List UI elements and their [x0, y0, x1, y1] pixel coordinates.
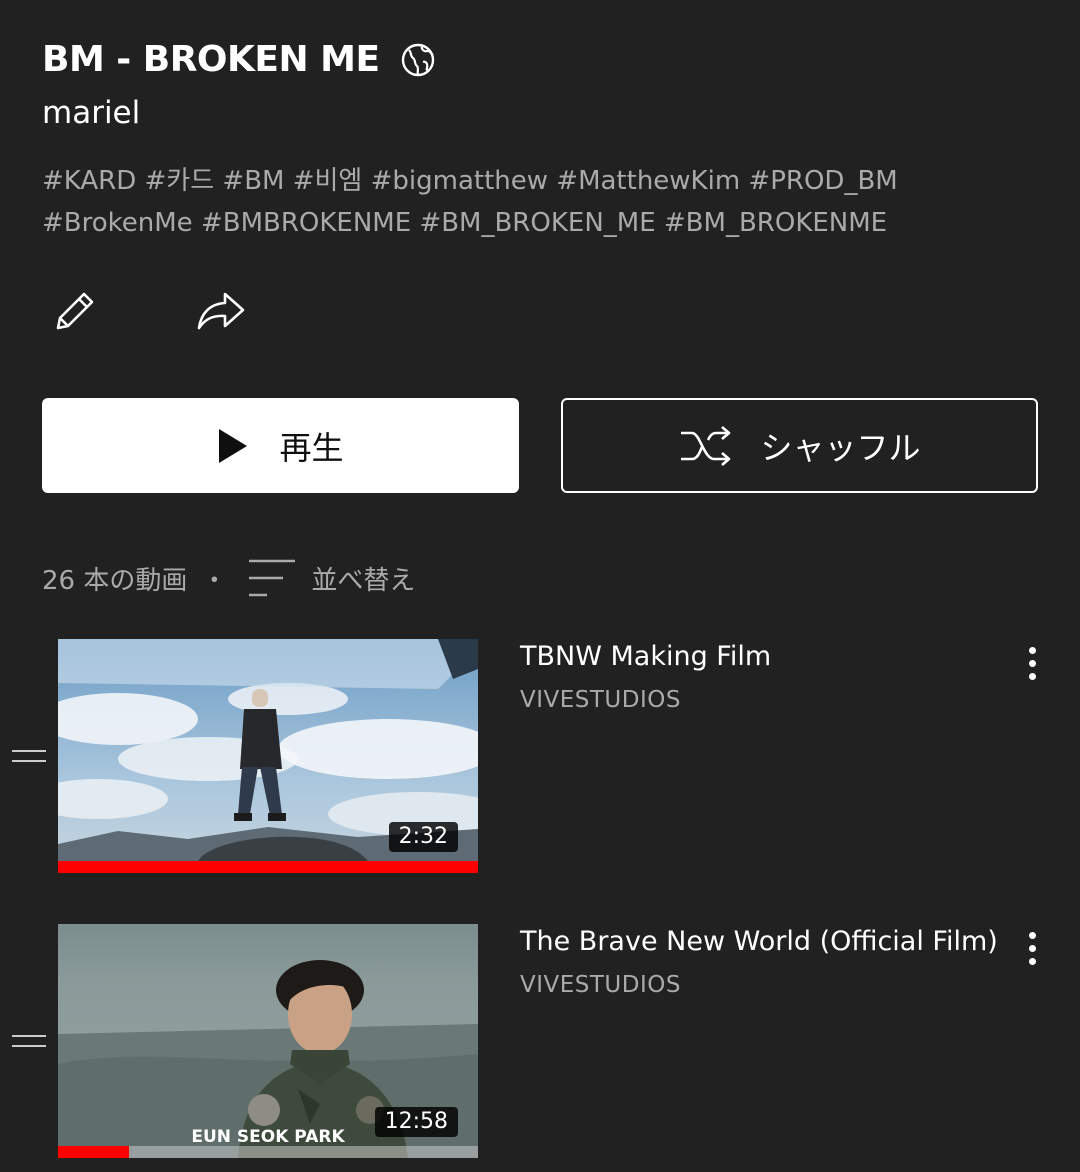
more-options-button[interactable] [1012, 926, 1052, 970]
shuffle-button[interactable]: シャッフル [561, 398, 1038, 493]
watch-progress-track [58, 1146, 478, 1158]
playlist-owner[interactable]: mariel [42, 92, 140, 134]
list-item[interactable]: 2:32 TBNW Making Film VIVESTUDIOS [0, 639, 1080, 875]
more-vert-icon [1028, 931, 1036, 939]
share-icon [197, 292, 245, 330]
video-duration: 2:32 [388, 822, 458, 852]
watch-progress [58, 1146, 130, 1158]
play-all-button[interactable]: 再生 [42, 398, 519, 493]
list-meta: 26 本の動画 ・ 並べ替え [42, 556, 415, 600]
more-vert-icon [1028, 957, 1036, 965]
more-vert-icon [1028, 944, 1036, 952]
list-item[interactable]: EUN SEOK PARK 12:58 The Brave New World … [0, 924, 1080, 1160]
playlist-page: BM - BROKEN ME mariel #KARD #카드 #BM #비엠 … [0, 0, 1080, 1172]
more-vert-icon [1028, 659, 1036, 667]
playlist-header: BM - BROKEN ME [42, 38, 436, 82]
more-vert-icon [1028, 646, 1036, 654]
separator: ・ [201, 565, 228, 596]
edit-button[interactable] [42, 280, 106, 344]
drag-handle-icon[interactable] [12, 1033, 46, 1049]
video-title[interactable]: The Brave New World (Official Film) [520, 924, 1000, 960]
share-button[interactable] [188, 280, 252, 344]
pencil-icon [56, 292, 94, 330]
drag-handle-icon[interactable] [12, 748, 46, 764]
video-title[interactable]: TBNW Making Film [520, 639, 1000, 675]
watch-progress [58, 861, 478, 873]
play-icon [219, 428, 248, 463]
video-channel: VIVESTUDIOS [520, 972, 681, 998]
video-thumbnail[interactable]: EUN SEOK PARK 12:58 [58, 924, 478, 1158]
shuffle-label: シャッフル [760, 428, 921, 467]
watch-progress-track [58, 861, 478, 873]
more-vert-icon [1028, 672, 1036, 680]
video-thumbnail[interactable]: 2:32 [58, 639, 478, 873]
video-duration: 12:58 [374, 1107, 458, 1137]
description-line: #KARD #카드 #BM #비엠 #bigmatthew #MatthewKi… [42, 166, 898, 196]
sort-button[interactable]: 並べ替え [311, 560, 415, 597]
description-line: #BrokenMe #BMBROKENME #BM_BROKEN_ME #BM_… [42, 208, 888, 238]
shuffle-icon [681, 425, 731, 466]
playlist-description: #KARD #카드 #BM #비엠 #bigmatthew #MatthewKi… [42, 160, 1042, 244]
globe-icon [401, 43, 434, 77]
video-count: 26 本の動画 [42, 565, 188, 596]
more-options-button[interactable] [1012, 641, 1052, 685]
playlist-title: BM - BROKEN ME [42, 39, 380, 80]
sort-icon[interactable] [247, 558, 297, 598]
play-all-label: 再生 [279, 428, 344, 467]
video-channel: VIVESTUDIOS [520, 687, 681, 713]
thumbnail-caption: EUN SEOK PARK [191, 1127, 345, 1147]
